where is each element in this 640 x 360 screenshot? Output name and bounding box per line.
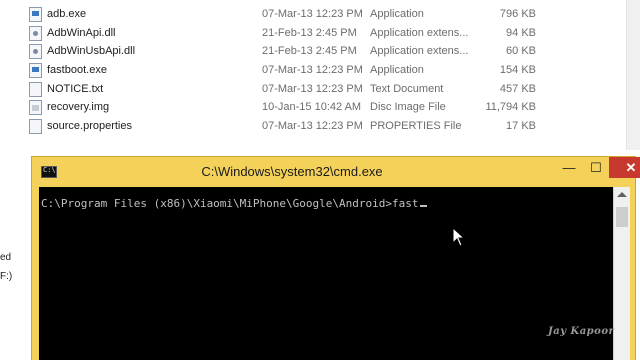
file-type: Application [370, 64, 424, 76]
file-name: NOTICE.txt [47, 83, 104, 95]
text-cursor [419, 205, 427, 207]
dll-icon [29, 26, 42, 41]
file-size: 796 KB [499, 8, 536, 20]
command-line[interactable]: C:\Program Files (x86)\Xiaomi\MiPhone\Go… [41, 197, 427, 210]
file-size: 11,794 KB [485, 101, 536, 113]
file-type: Text Document [370, 83, 444, 95]
text-file-icon [29, 82, 42, 97]
file-row[interactable]: NOTICE.txt 07-Mar-13 12:23 PM Text Docum… [0, 80, 640, 99]
file-row[interactable]: AdbWinApi.dll 21-Feb-13 2:45 PM Applicat… [0, 24, 640, 43]
nav-pane-label[interactable]: F:) [0, 271, 12, 282]
file-size: 17 KB [506, 120, 536, 132]
scroll-thumb[interactable] [616, 207, 628, 227]
disc-image-icon [29, 100, 42, 115]
dll-icon [29, 44, 42, 59]
cmd-window[interactable]: C:\Windows\system32\cmd.exe — ☐ ✕ C:\Pro… [31, 156, 640, 360]
file-type: Application [370, 8, 424, 20]
typed-command: fast [392, 197, 419, 210]
file-row[interactable]: AdbWinUsbApi.dll 21-Feb-13 2:45 PM Appli… [0, 42, 640, 61]
console-scrollbar[interactable] [613, 187, 630, 360]
file-date: 21-Feb-13 2:45 PM [262, 27, 357, 39]
file-type: Application extens... [370, 27, 469, 39]
file-size: 60 KB [506, 45, 536, 57]
file-date: 07-Mar-13 12:23 PM [262, 8, 363, 20]
watermark: Jay Kapoor [548, 326, 615, 337]
file-size: 154 KB [499, 64, 536, 76]
file-row[interactable]: recovery.img 10-Jan-15 10:42 AM Disc Ima… [0, 98, 640, 117]
file-type: Application extens... [370, 45, 469, 57]
file-size: 457 KB [499, 83, 536, 95]
window-title: C:\Windows\system32\cmd.exe [201, 164, 383, 179]
file-date: 21-Feb-13 2:45 PM [262, 45, 357, 57]
close-button[interactable]: ✕ [609, 157, 640, 178]
file-name: AdbWinUsbApi.dll [47, 45, 136, 57]
maximize-button[interactable]: ☐ [583, 157, 609, 178]
file-name: adb.exe [47, 8, 87, 20]
file-explorer: adb.exe 07-Mar-13 12:23 PM Application 7… [0, 0, 640, 150]
file-name: source.properties [47, 120, 132, 132]
file-date: 07-Mar-13 12:23 PM [262, 64, 363, 76]
app-icon [29, 63, 42, 78]
file-row[interactable]: adb.exe 07-Mar-13 12:23 PM Application 7… [0, 5, 640, 24]
file-name: fastboot.exe [47, 64, 107, 76]
cmd-titlebar[interactable]: C:\Windows\system32\cmd.exe — ☐ ✕ [32, 157, 640, 187]
console-area[interactable]: C:\Program Files (x86)\Xiaomi\MiPhone\Go… [39, 187, 613, 360]
app-icon [29, 7, 42, 22]
explorer-scrollbar[interactable] [626, 0, 640, 150]
scroll-up-icon[interactable] [617, 192, 627, 197]
file-type: PROPERTIES File [370, 120, 462, 132]
file-size: 94 KB [506, 27, 536, 39]
file-row[interactable]: source.properties 07-Mar-13 12:23 PM PRO… [0, 117, 640, 136]
file-type: Disc Image File [370, 101, 446, 113]
file-name: recovery.img [47, 101, 110, 113]
file-date: 07-Mar-13 12:23 PM [262, 83, 363, 95]
file-date: 07-Mar-13 12:23 PM [262, 120, 363, 132]
file-icon [29, 119, 42, 134]
command-prompt: C:\Program Files (x86)\Xiaomi\MiPhone\Go… [41, 197, 392, 210]
mouse-pointer-icon [452, 227, 466, 247]
minimize-button[interactable]: — [556, 157, 582, 178]
nav-pane-label[interactable]: ed [0, 252, 11, 263]
file-row[interactable]: fastboot.exe 07-Mar-13 12:23 PM Applicat… [0, 61, 640, 80]
file-name: AdbWinApi.dll [47, 27, 116, 39]
file-date: 10-Jan-15 10:42 AM [262, 101, 362, 113]
